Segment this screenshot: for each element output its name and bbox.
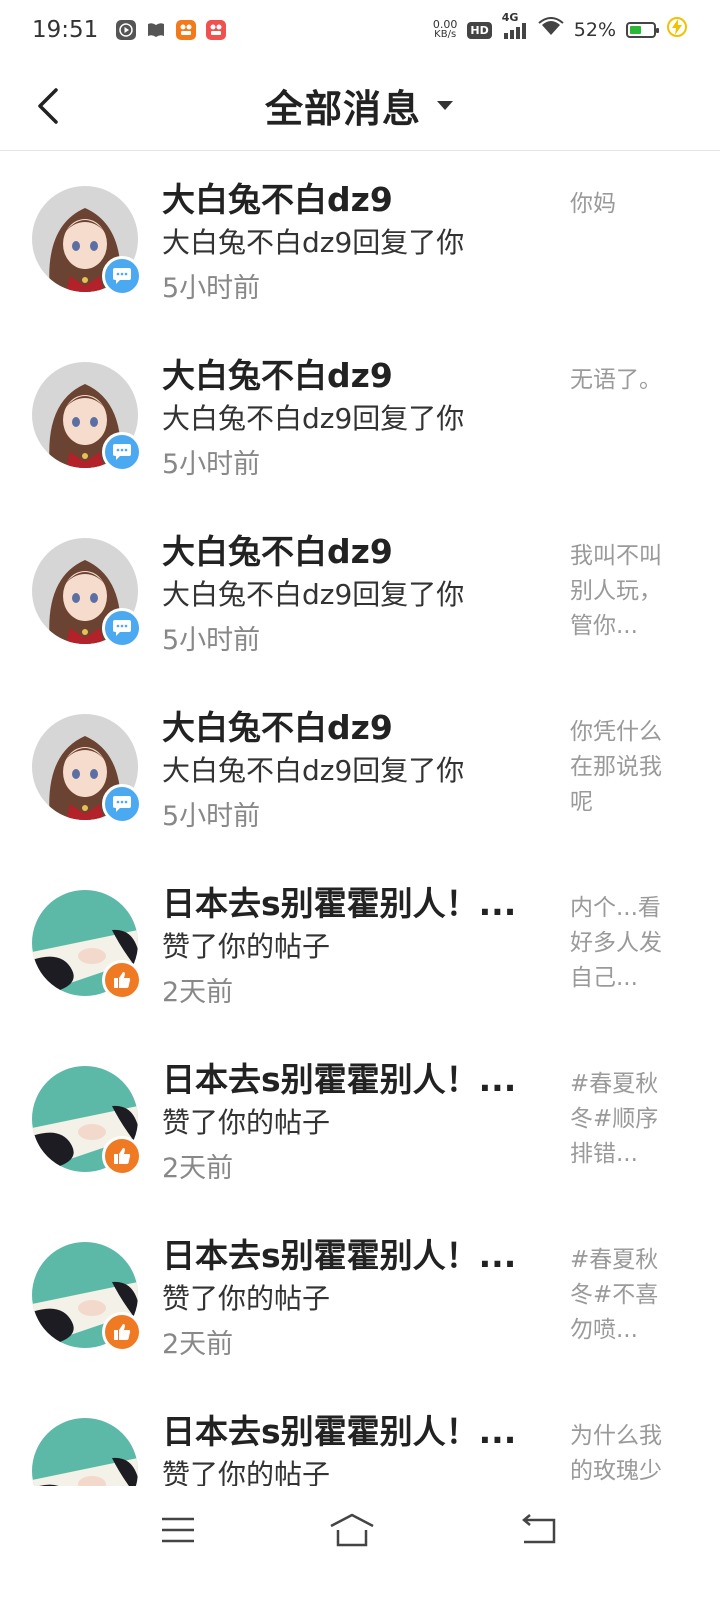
like-badge-icon <box>102 1136 142 1176</box>
message-time: 2天前 <box>162 1329 234 1360</box>
avatar[interactable] <box>32 1418 138 1486</box>
menu-button[interactable] <box>148 1508 208 1552</box>
menu-icon <box>162 1517 194 1543</box>
app-red-icon <box>206 20 227 40</box>
message-preview: 我叫不叫别人玩，管你... <box>570 543 662 639</box>
message-preview: 为什么我的玫瑰少 <box>570 1423 662 1484</box>
message-preview: 你凭什么在那说我呢 <box>570 719 662 815</box>
message-preview: #春夏秋冬#顺序排错... <box>570 1071 659 1167</box>
chevron-left-icon <box>38 88 58 124</box>
battery-fill <box>630 26 641 34</box>
home-icon <box>330 1513 374 1547</box>
system-nav-bar <box>0 1486 720 1600</box>
message-preview: 无语了。 <box>570 367 662 393</box>
caret-down-icon <box>437 101 453 110</box>
message-item[interactable]: 日本去s别霍霍别人！... 赞了你的帖子 2天前 #春夏秋冬#顺序排错... <box>0 1031 720 1207</box>
nav-bar: 全部消息 <box>0 60 720 151</box>
message-filter-dropdown[interactable]: 全部消息 <box>265 78 455 133</box>
signal-icon: 4G <box>502 11 528 39</box>
message-sender-name: 大白兔不白dz9 <box>162 356 393 395</box>
status-time: 19:51 <box>32 17 99 43</box>
app-orange-icon <box>176 20 197 40</box>
comment-badge-icon <box>102 256 142 296</box>
message-action-text: 赞了你的帖子 <box>162 1106 331 1139</box>
book-icon <box>146 20 166 40</box>
message-item[interactable]: 大白兔不白dz9 大白兔不白dz9回复了你 5小时前 我叫不叫别人玩，管你... <box>0 503 720 679</box>
message-item[interactable]: 大白兔不白dz9 大白兔不白dz9回复了你 5小时前 你妈 <box>0 151 720 327</box>
message-sender-name: 日本去s别霍霍别人！... <box>162 1236 517 1275</box>
message-time: 5小时前 <box>162 273 261 304</box>
message-action-text: 大白兔不白dz9回复了你 <box>162 226 465 259</box>
message-sender-name: 日本去s别霍霍别人！... <box>162 1412 517 1451</box>
message-sender-name: 大白兔不白dz9 <box>162 708 393 747</box>
message-time: 5小时前 <box>162 449 261 480</box>
network-type: 4G <box>501 11 519 24</box>
message-time: 2天前 <box>162 1153 234 1184</box>
net-speed: 0.00 KB/s <box>433 19 458 40</box>
message-list: 大白兔不白dz9 大白兔不白dz9回复了你 5小时前 你妈 大白兔不白dz9 大白兔不白d… <box>0 151 720 1486</box>
back-nav-button[interactable] <box>508 1508 568 1552</box>
message-time: 2天前 <box>162 977 234 1008</box>
back-icon <box>522 1514 556 1544</box>
message-sender-name: 大白兔不白dz9 <box>162 532 393 571</box>
message-sender-name: 日本去s别霍霍别人！... <box>162 884 517 923</box>
message-item[interactable]: 大白兔不白dz9 大白兔不白dz9回复了你 5小时前 无语了。 <box>0 327 720 503</box>
comment-badge-icon <box>102 608 142 648</box>
message-time: 5小时前 <box>162 801 261 832</box>
message-action-text: 赞了你的帖子 <box>162 1458 331 1486</box>
back-button[interactable] <box>34 86 68 126</box>
message-action-text: 大白兔不白dz9回复了你 <box>162 578 465 611</box>
comment-badge-icon <box>102 432 142 472</box>
message-preview: 你妈 <box>570 191 616 217</box>
message-item[interactable]: 大白兔不白dz9 大白兔不白dz9回复了你 5小时前 你凭什么在那说我呢 <box>0 679 720 855</box>
battery-icon <box>626 22 659 38</box>
message-sender-name: 日本去s别霍霍别人！... <box>162 1060 517 1099</box>
message-item[interactable]: 日本去s别霍霍别人！... 赞了你的帖子 2天前 #春夏秋冬#不喜勿喷... <box>0 1207 720 1383</box>
page-title: 全部消息 <box>264 86 421 131</box>
message-preview: #春夏秋冬#不喜勿喷... <box>570 1247 659 1343</box>
hd-badge: HD <box>467 21 492 39</box>
message-item[interactable]: 日本去s别霍霍别人！... 赞了你的帖子 为什么我的玫瑰少 <box>0 1383 720 1486</box>
comment-badge-icon <box>102 784 142 824</box>
wifi-icon <box>538 17 564 43</box>
charging-icon <box>666 16 688 44</box>
message-item[interactable]: 日本去s别霍霍别人！... 赞了你的帖子 2天前 内个...看好多人发自己... <box>0 855 720 1031</box>
message-sender-name: 大白兔不白dz9 <box>162 180 393 219</box>
message-action-text: 赞了你的帖子 <box>162 930 331 963</box>
play-icon <box>116 20 137 40</box>
battery-percent: 52% <box>573 19 616 41</box>
message-action-text: 大白兔不白dz9回复了你 <box>162 402 465 435</box>
like-badge-icon <box>102 1312 142 1352</box>
message-action-text: 大白兔不白dz9回复了你 <box>162 754 465 787</box>
message-action-text: 赞了你的帖子 <box>162 1282 331 1315</box>
net-speed-unit: KB/s <box>434 29 457 40</box>
message-preview: 内个...看好多人发自己... <box>570 895 662 991</box>
status-bar: 19:51 0.00 KB/s HD 4G 52% <box>0 0 720 60</box>
home-button[interactable] <box>322 1508 382 1552</box>
like-badge-icon <box>102 960 142 1000</box>
message-time: 5小时前 <box>162 625 261 656</box>
